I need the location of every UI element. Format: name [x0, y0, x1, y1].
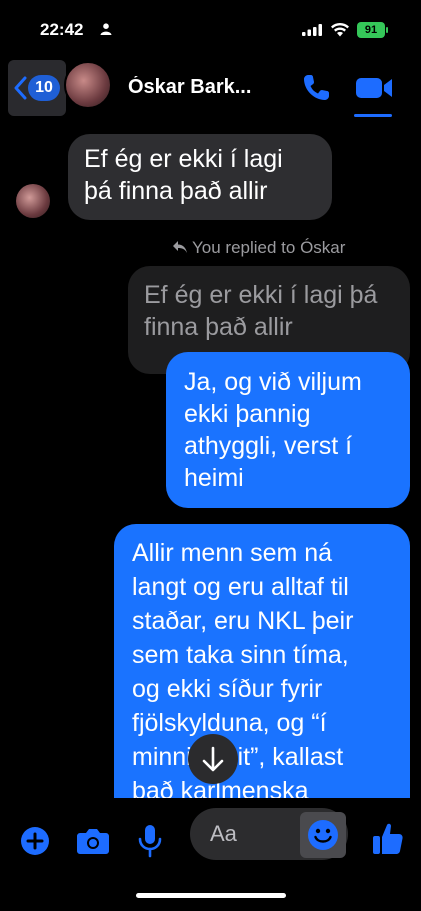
- message-line: minni sveit”, kallast: [132, 743, 344, 771]
- person-icon: [100, 23, 112, 35]
- wifi-icon: [331, 22, 349, 37]
- emoji-icon: [308, 820, 338, 850]
- thumbs-up-icon[interactable]: [372, 822, 404, 856]
- message-line: fjölskylduna, og “í: [132, 709, 327, 737]
- message-line: Ef ég er ekki í lagi: [84, 145, 283, 173]
- home-indicator: [136, 893, 286, 898]
- message-line: og ekki síður fyrir: [132, 675, 323, 703]
- battery-icon: 91: [357, 22, 385, 38]
- sender-avatar[interactable]: [16, 184, 50, 218]
- chevron-left-icon: [14, 76, 27, 100]
- microphone-icon[interactable]: [138, 824, 162, 858]
- contact-name[interactable]: Óskar Bark...: [128, 76, 288, 99]
- message-line: Allir menn sem ná: [132, 539, 333, 567]
- composer-bar: [0, 798, 421, 878]
- message-line: sem taka sinn tíma,: [132, 641, 349, 669]
- message-line: langt og eru alltaf til: [132, 573, 349, 601]
- emoji-button[interactable]: [300, 812, 346, 858]
- signal-icon: [302, 24, 322, 36]
- quoted-line: finna það allir: [144, 313, 293, 341]
- quoted-line: Ef ég er ekki í lagi þá: [144, 281, 378, 309]
- video-camera-icon[interactable]: [354, 72, 394, 104]
- message-line: það karlmenska: [132, 777, 309, 798]
- battery-nub: [386, 27, 388, 33]
- message-line: Ja, og við viljum: [184, 368, 362, 396]
- back-button[interactable]: 10: [8, 60, 66, 116]
- reply-arrow-icon: [173, 241, 187, 253]
- message-list[interactable]: Ef ég er ekki í lagi þá finna það allir …: [0, 120, 421, 798]
- plus-icon[interactable]: [20, 826, 50, 856]
- status-bar: 22:42 91: [0, 0, 421, 58]
- message-line: ekki þannig: [184, 400, 311, 428]
- header-divider-accent: [354, 114, 392, 117]
- message-line: staðar, eru NKL þeir: [132, 607, 354, 635]
- message-line: heimi: [184, 464, 244, 492]
- scroll-to-bottom-button[interactable]: [188, 734, 238, 784]
- contact-avatar[interactable]: [64, 61, 112, 109]
- camera-icon[interactable]: [76, 826, 110, 856]
- status-time: 22:42: [40, 20, 84, 39]
- incoming-message[interactable]: Ef ég er ekki í lagi þá finna það allir: [68, 134, 332, 220]
- outgoing-message[interactable]: Allir menn sem ná langt og eru alltaf ti…: [114, 524, 410, 798]
- message-line: athyggli, verst í: [184, 432, 353, 460]
- arrow-down-icon: [202, 746, 224, 772]
- phone-icon[interactable]: [300, 72, 332, 104]
- reply-indicator: You replied to Óskar: [172, 238, 345, 258]
- outgoing-message[interactable]: Ja, og við viljum ekki þannig athyggli, …: [166, 352, 410, 508]
- message-line: þá finna það allir: [84, 177, 268, 205]
- unread-count-badge: 10: [28, 75, 60, 101]
- reply-note-text: You replied to Óskar: [192, 238, 346, 257]
- chat-header: 10 Óskar Bark...: [0, 58, 421, 120]
